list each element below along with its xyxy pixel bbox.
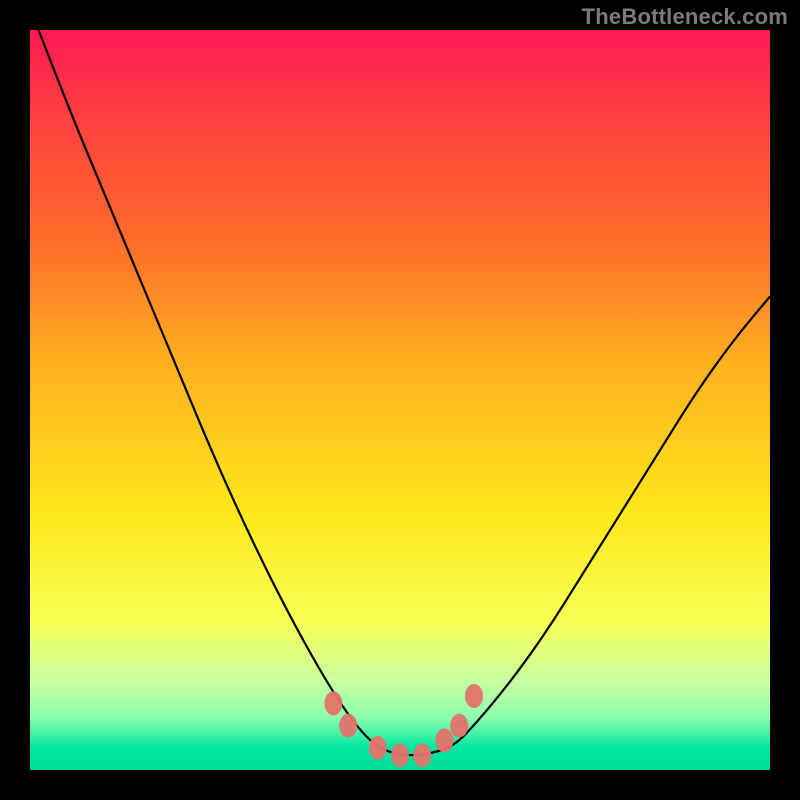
curve-marker <box>339 714 357 738</box>
curve-marker <box>324 691 342 715</box>
curve-marker <box>391 743 409 767</box>
plot-area <box>30 30 770 770</box>
curve-marker <box>450 714 468 738</box>
chart-svg <box>30 30 770 770</box>
marker-group <box>324 684 483 767</box>
curve-marker <box>435 728 453 752</box>
curve-marker <box>465 684 483 708</box>
curve-marker <box>413 743 431 767</box>
curve-marker <box>369 736 387 760</box>
watermark-text: TheBottleneck.com <box>582 4 788 30</box>
bottleneck-curve <box>30 30 770 755</box>
outer-frame: TheBottleneck.com <box>0 0 800 800</box>
